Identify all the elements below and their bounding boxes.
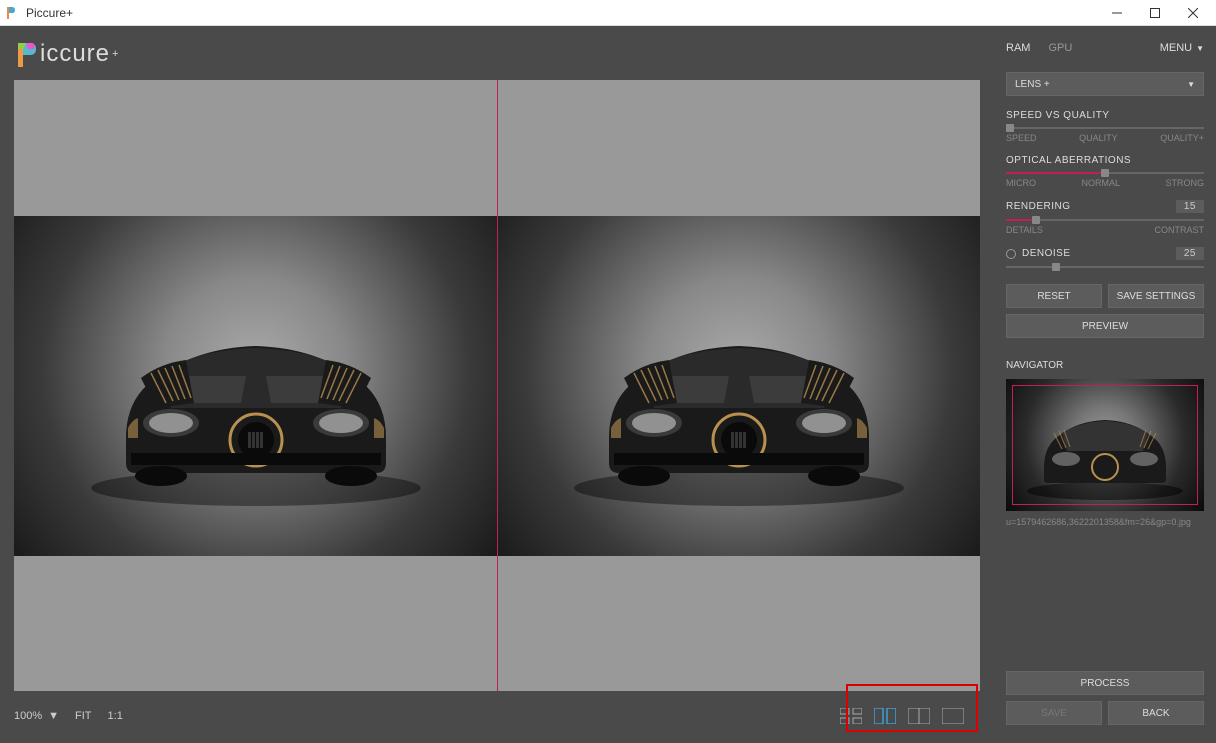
rendering-slider[interactable] — [1006, 219, 1204, 221]
navigator-section: NAVIGATOR — [1006, 360, 1204, 527]
view-single-icon[interactable] — [942, 708, 964, 724]
save-settings-button[interactable]: SAVE SETTINGS — [1108, 284, 1204, 308]
window-controls — [1098, 0, 1212, 25]
gpu-toggle[interactable]: GPU — [1048, 42, 1072, 54]
zoom-dropdown[interactable]: 100% ▼ — [14, 710, 59, 722]
denoise-label: DENOISE — [1022, 248, 1071, 259]
view-split-vertical-icon[interactable] — [874, 708, 896, 724]
window-title: Piccure+ — [26, 6, 1098, 20]
preview-button[interactable]: PREVIEW — [1006, 314, 1204, 338]
car-illustration-right — [549, 278, 929, 518]
denoise-slider[interactable] — [1006, 266, 1204, 268]
speed-quality-slider[interactable] — [1006, 127, 1204, 129]
settings-panel: RAM GPU MENU ▼ LENS + ▼ SPEED VS QUALITY… — [994, 26, 1216, 743]
view-grid-icon[interactable] — [840, 708, 862, 724]
close-button[interactable] — [1174, 0, 1212, 25]
chevron-down-icon: ▼ — [1196, 44, 1204, 53]
zoom-value: 100% — [14, 710, 42, 722]
rendering-slider-section: RENDERING 15 DETAILS CONTRAST — [1006, 200, 1204, 235]
compare-divider[interactable] — [497, 80, 498, 691]
dropdown-selected: LENS + — [1015, 79, 1050, 90]
optical-aberrations-label: OPTICAL ABERRATIONS — [1006, 155, 1204, 166]
chevron-down-icon: ▼ — [48, 710, 59, 722]
navigator-title: NAVIGATOR — [1006, 360, 1204, 371]
app-icon — [4, 5, 20, 21]
window-titlebar: Piccure+ — [0, 0, 1216, 26]
optical-aberrations-slider[interactable] — [1006, 172, 1204, 174]
chevron-down-icon: ▼ — [1187, 80, 1195, 89]
denoise-slider-section: DENOISE 25 — [1006, 247, 1204, 272]
speed-quality-slider-section: SPEED VS QUALITY SPEED QUALITY QUALITY+ — [1006, 110, 1204, 143]
minimize-button[interactable] — [1098, 0, 1136, 25]
bottom-toolbar: 100% ▼ FIT 1:1 — [14, 701, 980, 731]
logo-text: iccure — [40, 40, 110, 68]
image-before — [14, 216, 497, 556]
denoise-radio[interactable] — [1006, 249, 1016, 259]
speed-quality-label: SPEED VS QUALITY — [1006, 110, 1204, 121]
denoise-value: 25 — [1176, 247, 1204, 260]
main-area: iccure + — [0, 26, 994, 743]
zoom-one-button[interactable]: 1:1 — [108, 710, 123, 722]
logo-icon — [14, 39, 40, 69]
ram-toggle[interactable]: RAM — [1006, 42, 1030, 54]
process-button[interactable]: PROCESS — [1006, 671, 1204, 695]
reset-button[interactable]: RESET — [1006, 284, 1102, 308]
preview-canvas[interactable] — [14, 80, 980, 691]
menu-button[interactable]: MENU ▼ — [1160, 42, 1204, 54]
view-split-slider-icon[interactable] — [908, 708, 930, 724]
optical-aberrations-slider-section: OPTICAL ABERRATIONS MICRO NORMAL STRONG — [1006, 155, 1204, 188]
car-illustration-left — [66, 278, 446, 518]
app-logo: iccure + — [14, 36, 980, 72]
navigator-viewport-frame[interactable] — [1012, 385, 1198, 505]
filename-label: u=1579462686,3622201358&fm=26&gp=0.jpg — [1006, 517, 1204, 527]
save-button[interactable]: SAVE — [1006, 701, 1102, 725]
rendering-label: RENDERING — [1006, 201, 1071, 212]
rendering-value: 15 — [1176, 200, 1204, 213]
back-button[interactable]: BACK — [1108, 701, 1204, 725]
image-after — [497, 216, 980, 556]
navigator-thumbnail[interactable] — [1006, 379, 1204, 511]
view-mode-buttons — [830, 702, 974, 730]
zoom-fit-button[interactable]: FIT — [75, 710, 92, 722]
logo-plus: + — [112, 48, 118, 60]
mode-dropdown[interactable]: LENS + ▼ — [1006, 72, 1204, 96]
maximize-button[interactable] — [1136, 0, 1174, 25]
